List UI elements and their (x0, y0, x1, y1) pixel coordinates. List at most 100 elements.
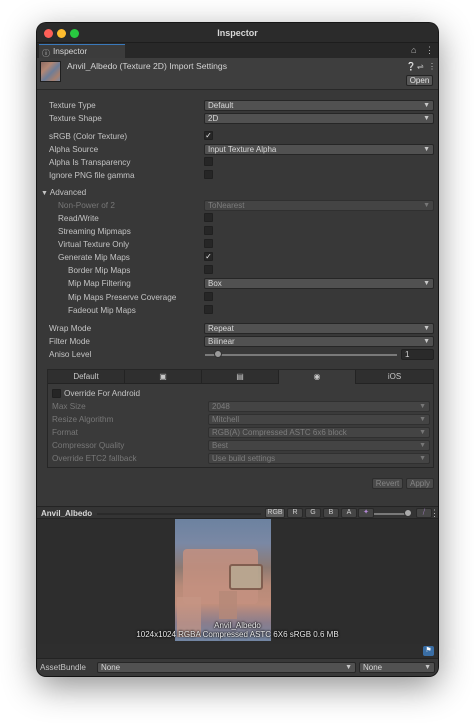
window-title: Inspector (217, 28, 258, 38)
fadeout-mip-maps-label: Fadeout Mip Maps (68, 306, 136, 315)
inspector-window: Inspector ⓘ Inspector ⌂ ⋮ Anvil_Albedo (… (37, 23, 438, 676)
help-icon[interactable]: ❔ (406, 62, 416, 71)
border-mip-maps-label: Border Mip Maps (68, 266, 131, 275)
ignore-png-gamma-label: Ignore PNG file gamma (49, 171, 135, 180)
revert-button[interactable]: Revert (372, 478, 403, 489)
tab-label: Default (73, 372, 99, 381)
channel-r-button[interactable]: R (287, 508, 303, 518)
read-write-label: Read/Write (58, 214, 99, 223)
chevron-down-icon: ▼ (41, 190, 48, 197)
ignore-png-gamma-checkbox[interactable] (204, 170, 213, 179)
server-icon: ▤ (236, 372, 244, 381)
android-icon: ◉ (313, 372, 321, 381)
preview-caption-info: 1024x1024 RGBA Compressed ASTC 6X6 sRGB … (136, 630, 339, 639)
channel-g-button[interactable]: G (305, 508, 321, 518)
mip-map-filtering-dropdown[interactable]: Box ▼ (204, 278, 434, 289)
kebab-menu-icon[interactable]: ⋮ (425, 45, 434, 56)
texture-thumbnail (40, 61, 61, 82)
format-dropdown: RGB(A) Compressed ASTC 6x6 block ▼ (208, 427, 430, 438)
mip-maps-preserve-coverage-checkbox[interactable] (204, 292, 213, 301)
lock-icon[interactable]: ⌂ (411, 45, 416, 55)
tab-ios[interactable]: iOS (356, 370, 433, 383)
virtual-texture-only-label: Virtual Texture Only (58, 240, 130, 249)
tab-label: iOS (387, 372, 402, 381)
dropdown-value: Bilinear (208, 337, 235, 346)
tab-standalone[interactable]: ▣ (125, 370, 202, 383)
dropdown-value: Use build settings (212, 454, 276, 463)
dropdown-value: 2048 (212, 402, 230, 411)
wrap-mode-label: Wrap Mode (49, 324, 92, 333)
assetbundle-name-dropdown[interactable]: None ▼ (97, 662, 356, 673)
aniso-level-slider-track[interactable] (205, 354, 397, 356)
dropdown-value: None (363, 663, 383, 672)
dropdown-value: Repeat (208, 324, 234, 333)
dropdown-value: ToNearest (208, 201, 245, 210)
border-mip-maps-checkbox[interactable] (204, 265, 213, 274)
preview-resize-handle[interactable] (97, 513, 261, 515)
advanced-label: Advanced (49, 188, 87, 197)
alpha-is-transparency-checkbox[interactable] (204, 157, 213, 166)
texture-shape-label: Texture Shape (49, 114, 102, 123)
chevron-down-icon: ▼ (423, 102, 430, 109)
streaming-mipmaps-checkbox[interactable] (204, 226, 213, 235)
chevron-down-icon: ▼ (424, 664, 431, 671)
max-size-label: Max Size (52, 402, 86, 411)
apply-button[interactable]: Apply (406, 478, 434, 489)
assetbundle-label: AssetBundle (40, 663, 86, 672)
preview-title: Anvil_Albedo (41, 509, 93, 518)
tab-android[interactable]: ◉ (279, 370, 356, 384)
aniso-level-field[interactable]: 1 (401, 349, 434, 360)
monitor-icon: ▣ (159, 372, 167, 381)
title-bar: Inspector (37, 23, 438, 43)
dropdown-value: Best (212, 441, 229, 450)
tab-server[interactable]: ▤ (202, 370, 279, 383)
mip-map-filtering-label: Mip Map Filtering (68, 279, 131, 288)
generate-mip-maps-label: Generate Mip Maps (58, 253, 130, 262)
texture-shape-dropdown[interactable]: 2D ▼ (204, 113, 434, 124)
mip-level-slider-handle[interactable] (404, 509, 412, 517)
open-button[interactable]: Open (406, 75, 433, 86)
presets-icon[interactable]: ⇌ (417, 62, 424, 71)
kebab-menu-icon[interactable]: ⋮ (428, 62, 436, 71)
platform-settings-panel: Default ▣ ▤ ◉ iOS Override For Android M… (47, 369, 434, 468)
texture-type-label: Texture Type (49, 101, 96, 110)
channel-b-button[interactable]: B (323, 508, 339, 518)
channel-a-button[interactable]: A (341, 508, 357, 518)
assetbundle-variant-dropdown[interactable]: None ▼ (359, 662, 435, 673)
chevron-down-icon: ▼ (419, 442, 426, 449)
chevron-down-icon: ▼ (419, 416, 426, 423)
mipmap-icon[interactable]: ✦ (358, 508, 374, 518)
chevron-down-icon: ▼ (423, 146, 430, 153)
read-write-checkbox[interactable] (204, 213, 213, 222)
platform-tabs: Default ▣ ▤ ◉ iOS (48, 370, 433, 384)
aniso-level-slider-handle[interactable] (214, 350, 222, 358)
preview-toolbar: Anvil_Albedo RGB R G B A ✦ ⧸ ⋮ (37, 506, 438, 519)
override-for-android-checkbox[interactable] (52, 389, 61, 398)
fadeout-mip-maps-checkbox[interactable] (204, 305, 213, 314)
generate-mip-maps-checkbox[interactable]: ✓ (204, 252, 213, 261)
alpha-is-transparency-label: Alpha Is Transparency (49, 158, 131, 167)
wrap-mode-dropdown[interactable]: Repeat ▼ (204, 323, 434, 334)
alpha-source-label: Alpha Source (49, 145, 99, 154)
dropdown-value: Input Texture Alpha (208, 145, 277, 154)
filter-mode-dropdown[interactable]: Bilinear ▼ (204, 336, 434, 347)
texture-type-dropdown[interactable]: Default ▼ (204, 100, 434, 111)
header-title: Anvil_Albedo (Texture 2D) Import Setting… (67, 61, 228, 71)
preview-caption-name: Anvil_Albedo (214, 621, 261, 630)
tab-default[interactable]: Default (48, 370, 125, 383)
dropdown-value: RGB(A) Compressed ASTC 6x6 block (212, 428, 347, 437)
chevron-down-icon: ▼ (423, 338, 430, 345)
dropdown-value: 2D (208, 114, 219, 123)
kebab-menu-icon[interactable]: ⋮ (430, 508, 438, 519)
tab-inspector[interactable]: ⓘ Inspector (39, 44, 125, 58)
srgb-checkbox[interactable]: ✓ (204, 131, 213, 140)
alpha-source-dropdown[interactable]: Input Texture Alpha ▼ (204, 144, 434, 155)
advanced-foldout[interactable]: ▼ Advanced (41, 188, 86, 197)
tag-icon[interactable]: ⚑ (423, 646, 434, 656)
tab-bar: ⓘ Inspector ⌂ ⋮ (37, 43, 438, 58)
virtual-texture-only-checkbox[interactable] (204, 239, 213, 248)
max-size-dropdown: 2048 ▼ (208, 401, 430, 412)
compressor-quality-dropdown: Best ▼ (208, 440, 430, 451)
aniso-level-label: Aniso Level (49, 350, 92, 359)
channel-rgb-button[interactable]: RGB (265, 508, 285, 518)
